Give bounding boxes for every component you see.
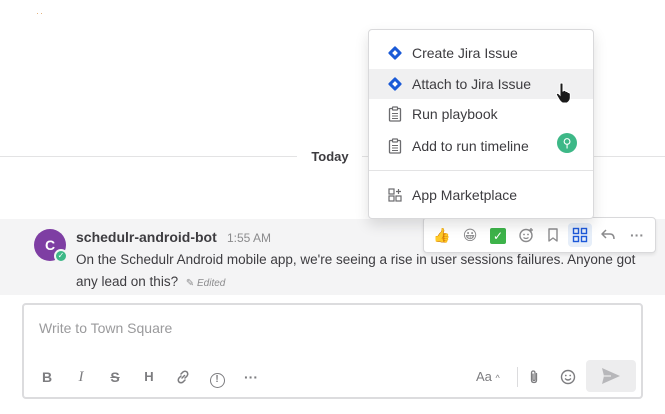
bold-button[interactable]: B — [35, 365, 59, 389]
playbooks-plugin-icon: ⚲ — [557, 133, 577, 153]
clipboard-icon — [388, 106, 402, 122]
menu-item-app-marketplace[interactable]: App Marketplace — [369, 180, 593, 210]
menu-divider — [369, 170, 593, 171]
online-status-icon: ✓ — [54, 249, 68, 263]
jira-icon — [387, 45, 403, 61]
emoji-add-icon — [519, 228, 533, 243]
ellipsis-icon: ··· — [244, 369, 258, 385]
smiley-icon — [560, 369, 576, 385]
thumbs-up-icon: 👍 — [433, 227, 451, 243]
check-reaction-button[interactable]: ✓ — [486, 223, 510, 247]
jira-icon — [387, 76, 403, 92]
marketplace-icon — [388, 188, 402, 202]
separator-line — [0, 156, 297, 157]
menu-item-label: Add to run timeline — [412, 138, 529, 154]
hand-cursor-icon — [555, 82, 571, 104]
post-timestamp[interactable]: 1:55 AM — [227, 231, 271, 245]
edited-indicator: ✎ Edited — [186, 278, 226, 289]
post-message: On the Schedulr Android mobile app, we'r… — [76, 249, 646, 295]
menu-item-create-jira-issue[interactable]: Create Jira Issue — [369, 38, 593, 68]
reply-button[interactable] — [596, 223, 620, 247]
chevron-up-icon: ^ — [495, 373, 500, 383]
message-input[interactable]: Write to Town Square — [39, 320, 172, 336]
toolbar-divider — [517, 367, 518, 387]
reply-arrow-icon — [601, 229, 615, 240]
send-button[interactable] — [586, 360, 636, 392]
strikethrough-button[interactable]: S — [103, 365, 127, 389]
emoji-picker-button[interactable] — [556, 365, 580, 389]
more-actions-button[interactable]: ··· — [625, 223, 649, 247]
menu-item-label: App Marketplace — [412, 187, 518, 203]
heading-button[interactable]: H — [137, 365, 161, 389]
app-actions-menu: Create Jira Issue Attach to Jira Issue R… — [368, 29, 594, 219]
date-separator-label: Today — [311, 149, 349, 164]
clipboard-icon — [388, 138, 402, 154]
edited-label: Edited — [197, 278, 226, 289]
info-circle-icon: ! — [209, 373, 225, 388]
menu-item-label: Create Jira Issue — [412, 45, 518, 61]
link-icon — [177, 370, 189, 384]
paperclip-icon — [530, 370, 538, 384]
decorative-dots: ·· — [36, 8, 44, 18]
ellipsis-icon: ··· — [630, 227, 644, 243]
text-style-label: Aa — [476, 369, 492, 384]
grin-icon: 😀 — [462, 227, 478, 243]
text-style-button[interactable]: Aa ^ — [476, 365, 500, 389]
bookmark-icon — [548, 228, 558, 242]
send-icon — [602, 368, 620, 384]
add-reaction-button[interactable] — [514, 223, 538, 247]
save-button[interactable] — [541, 223, 565, 247]
check-mark-icon: ✓ — [490, 228, 506, 244]
menu-item-label: Run playbook — [412, 106, 498, 122]
more-formatting-button[interactable]: ··· — [239, 365, 263, 389]
menu-item-label: Attach to Jira Issue — [412, 76, 532, 92]
post-message-text: On the Schedulr Android mobile app, we'r… — [76, 252, 636, 289]
apps-button[interactable] — [568, 223, 592, 247]
attach-file-button[interactable] — [522, 365, 546, 389]
pencil-icon: ✎ — [185, 278, 195, 289]
italic-button[interactable]: I — [69, 365, 93, 389]
message-composer: Write to Town Square B I S H ! ··· Aa ^ — [22, 303, 643, 399]
grin-reaction-button[interactable]: 😀 — [458, 223, 482, 247]
apps-grid-icon — [572, 227, 588, 243]
thumbs-up-reaction-button[interactable]: 👍 — [430, 223, 454, 247]
link-button[interactable] — [171, 365, 195, 389]
post-actions-toolbar: 👍 😀 ✓ ··· — [423, 217, 656, 253]
priority-button[interactable]: ! — [205, 365, 229, 389]
post-username[interactable]: schedulr-android-bot — [76, 229, 217, 245]
